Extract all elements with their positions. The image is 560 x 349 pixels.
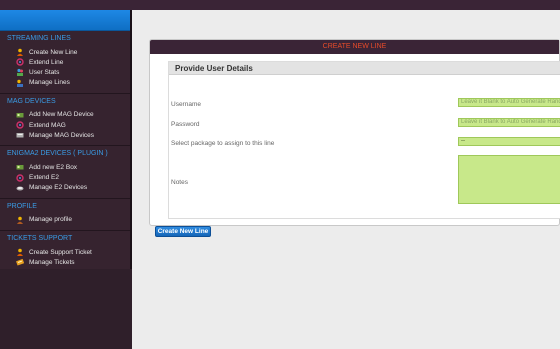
sidebar-item-manage-e2-devices[interactable]: Manage E2 Devices <box>0 183 130 193</box>
sidebar-item-label: Create Support Ticket <box>29 248 92 256</box>
sidebar-item-user-stats[interactable]: User Stats <box>0 67 130 77</box>
create-new-line-button[interactable]: Create New Line <box>155 226 211 237</box>
sidebar-item-manage-profile[interactable]: Manage profile <box>0 215 130 225</box>
device-list-icon <box>16 131 24 139</box>
sidebar-header-bar <box>0 10 130 31</box>
section-title: PROFILE <box>7 202 37 210</box>
sidebar-section-streaming-lines: STREAMING LINES Create New Line Extend L… <box>0 31 130 94</box>
sidebar-item-extend-line[interactable]: Extend Line <box>0 57 130 67</box>
sidebar-item-label: Manage profile <box>29 216 72 224</box>
device-list-icon <box>16 184 24 192</box>
username-field[interactable]: Leave it Blank to Auto Generate Random <box>458 98 560 107</box>
section-title: MAG DEVICES <box>7 97 56 105</box>
sidebar-section-profile: PROFILE Manage profile <box>0 199 130 232</box>
user-add-icon <box>16 48 24 57</box>
section-title: ENIGMA2 DEVICES ( PLUGIN ) <box>7 150 108 158</box>
sidebar-item-label: Extend E2 <box>29 174 59 182</box>
ticket-icon <box>16 258 24 266</box>
top-bar <box>0 0 560 10</box>
sidebar-item-manage-tickets[interactable]: Manage Tickets <box>0 257 130 267</box>
sidebar-item-label: Extend MAG <box>29 121 66 129</box>
users-stats-icon <box>16 68 24 77</box>
sidebar-item-manage-lines[interactable]: Manage Lines <box>0 78 130 88</box>
sidebar-item-label: Extend Line <box>29 58 64 66</box>
sidebar-item-label: User Stats <box>29 68 60 76</box>
sidebar-item-label: Manage E2 Devices <box>29 184 88 192</box>
package-select[interactable]: -- <box>458 137 560 146</box>
sidebar-item-label: Add new E2 Box <box>29 163 78 171</box>
sidebar-item-extend-e2[interactable]: Extend E2 <box>0 173 130 183</box>
sidebar-section-enigma2-devices: ENIGMA2 DEVICES ( PLUGIN ) Add new E2 Bo… <box>0 146 130 199</box>
user-details-form: Provide User Details Username Leave it B… <box>168 61 560 219</box>
ticket-add-icon <box>16 248 24 257</box>
sidebar-item-label: Manage MAG Devices <box>29 131 95 139</box>
password-field[interactable]: Leave it Blank to Auto Generate Random <box>458 118 560 127</box>
notes-textarea[interactable] <box>458 155 560 204</box>
username-label: Username <box>171 101 201 108</box>
refresh-icon <box>16 121 24 129</box>
section-title: TICKETS SUPPORT <box>7 235 73 243</box>
form-title: Provide User Details <box>169 62 560 75</box>
users-manage-icon <box>16 79 24 87</box>
sidebar-item-create-support-ticket[interactable]: Create Support Ticket <box>0 247 130 257</box>
refresh-icon <box>16 58 24 66</box>
refresh-icon <box>16 173 24 182</box>
main-content: CREATE NEW LINE Provide User Details Use… <box>134 10 560 349</box>
sidebar-item-add-new-mag-device[interactable]: Add New MAG Device <box>0 110 130 120</box>
sidebar: STREAMING LINES Create New Line Extend L… <box>0 10 132 349</box>
sidebar-section-tickets-support: TICKETS SUPPORT Create Support Ticket Ma… <box>0 231 130 272</box>
sidebar-item-extend-mag[interactable]: Extend MAG <box>0 120 130 130</box>
sidebar-footer <box>0 269 132 349</box>
panel-title: CREATE NEW LINE <box>150 40 559 54</box>
sidebar-section-mag-devices: MAG DEVICES Add New MAG Device Extend MA… <box>0 94 130 147</box>
notes-label: Notes <box>171 179 188 186</box>
password-label: Password <box>171 121 200 128</box>
create-line-panel: CREATE NEW LINE Provide User Details Use… <box>149 39 560 226</box>
sidebar-item-label: Create New Line <box>29 48 78 56</box>
device-add-icon <box>16 163 24 171</box>
section-title: STREAMING LINES <box>7 35 71 42</box>
sidebar-item-create-new-line[interactable]: Create New Line <box>0 47 130 57</box>
package-label: Select package to assign to this line <box>171 140 275 147</box>
device-add-icon <box>16 111 24 119</box>
sidebar-item-label: Manage Lines <box>29 79 70 87</box>
user-icon <box>16 216 24 224</box>
sidebar-item-label: Manage Tickets <box>29 258 75 266</box>
sidebar-item-manage-mag-devices[interactable]: Manage MAG Devices <box>0 130 130 140</box>
sidebar-item-label: Add New MAG Device <box>29 111 94 119</box>
sidebar-item-add-new-e2-box[interactable]: Add new E2 Box <box>0 162 130 172</box>
